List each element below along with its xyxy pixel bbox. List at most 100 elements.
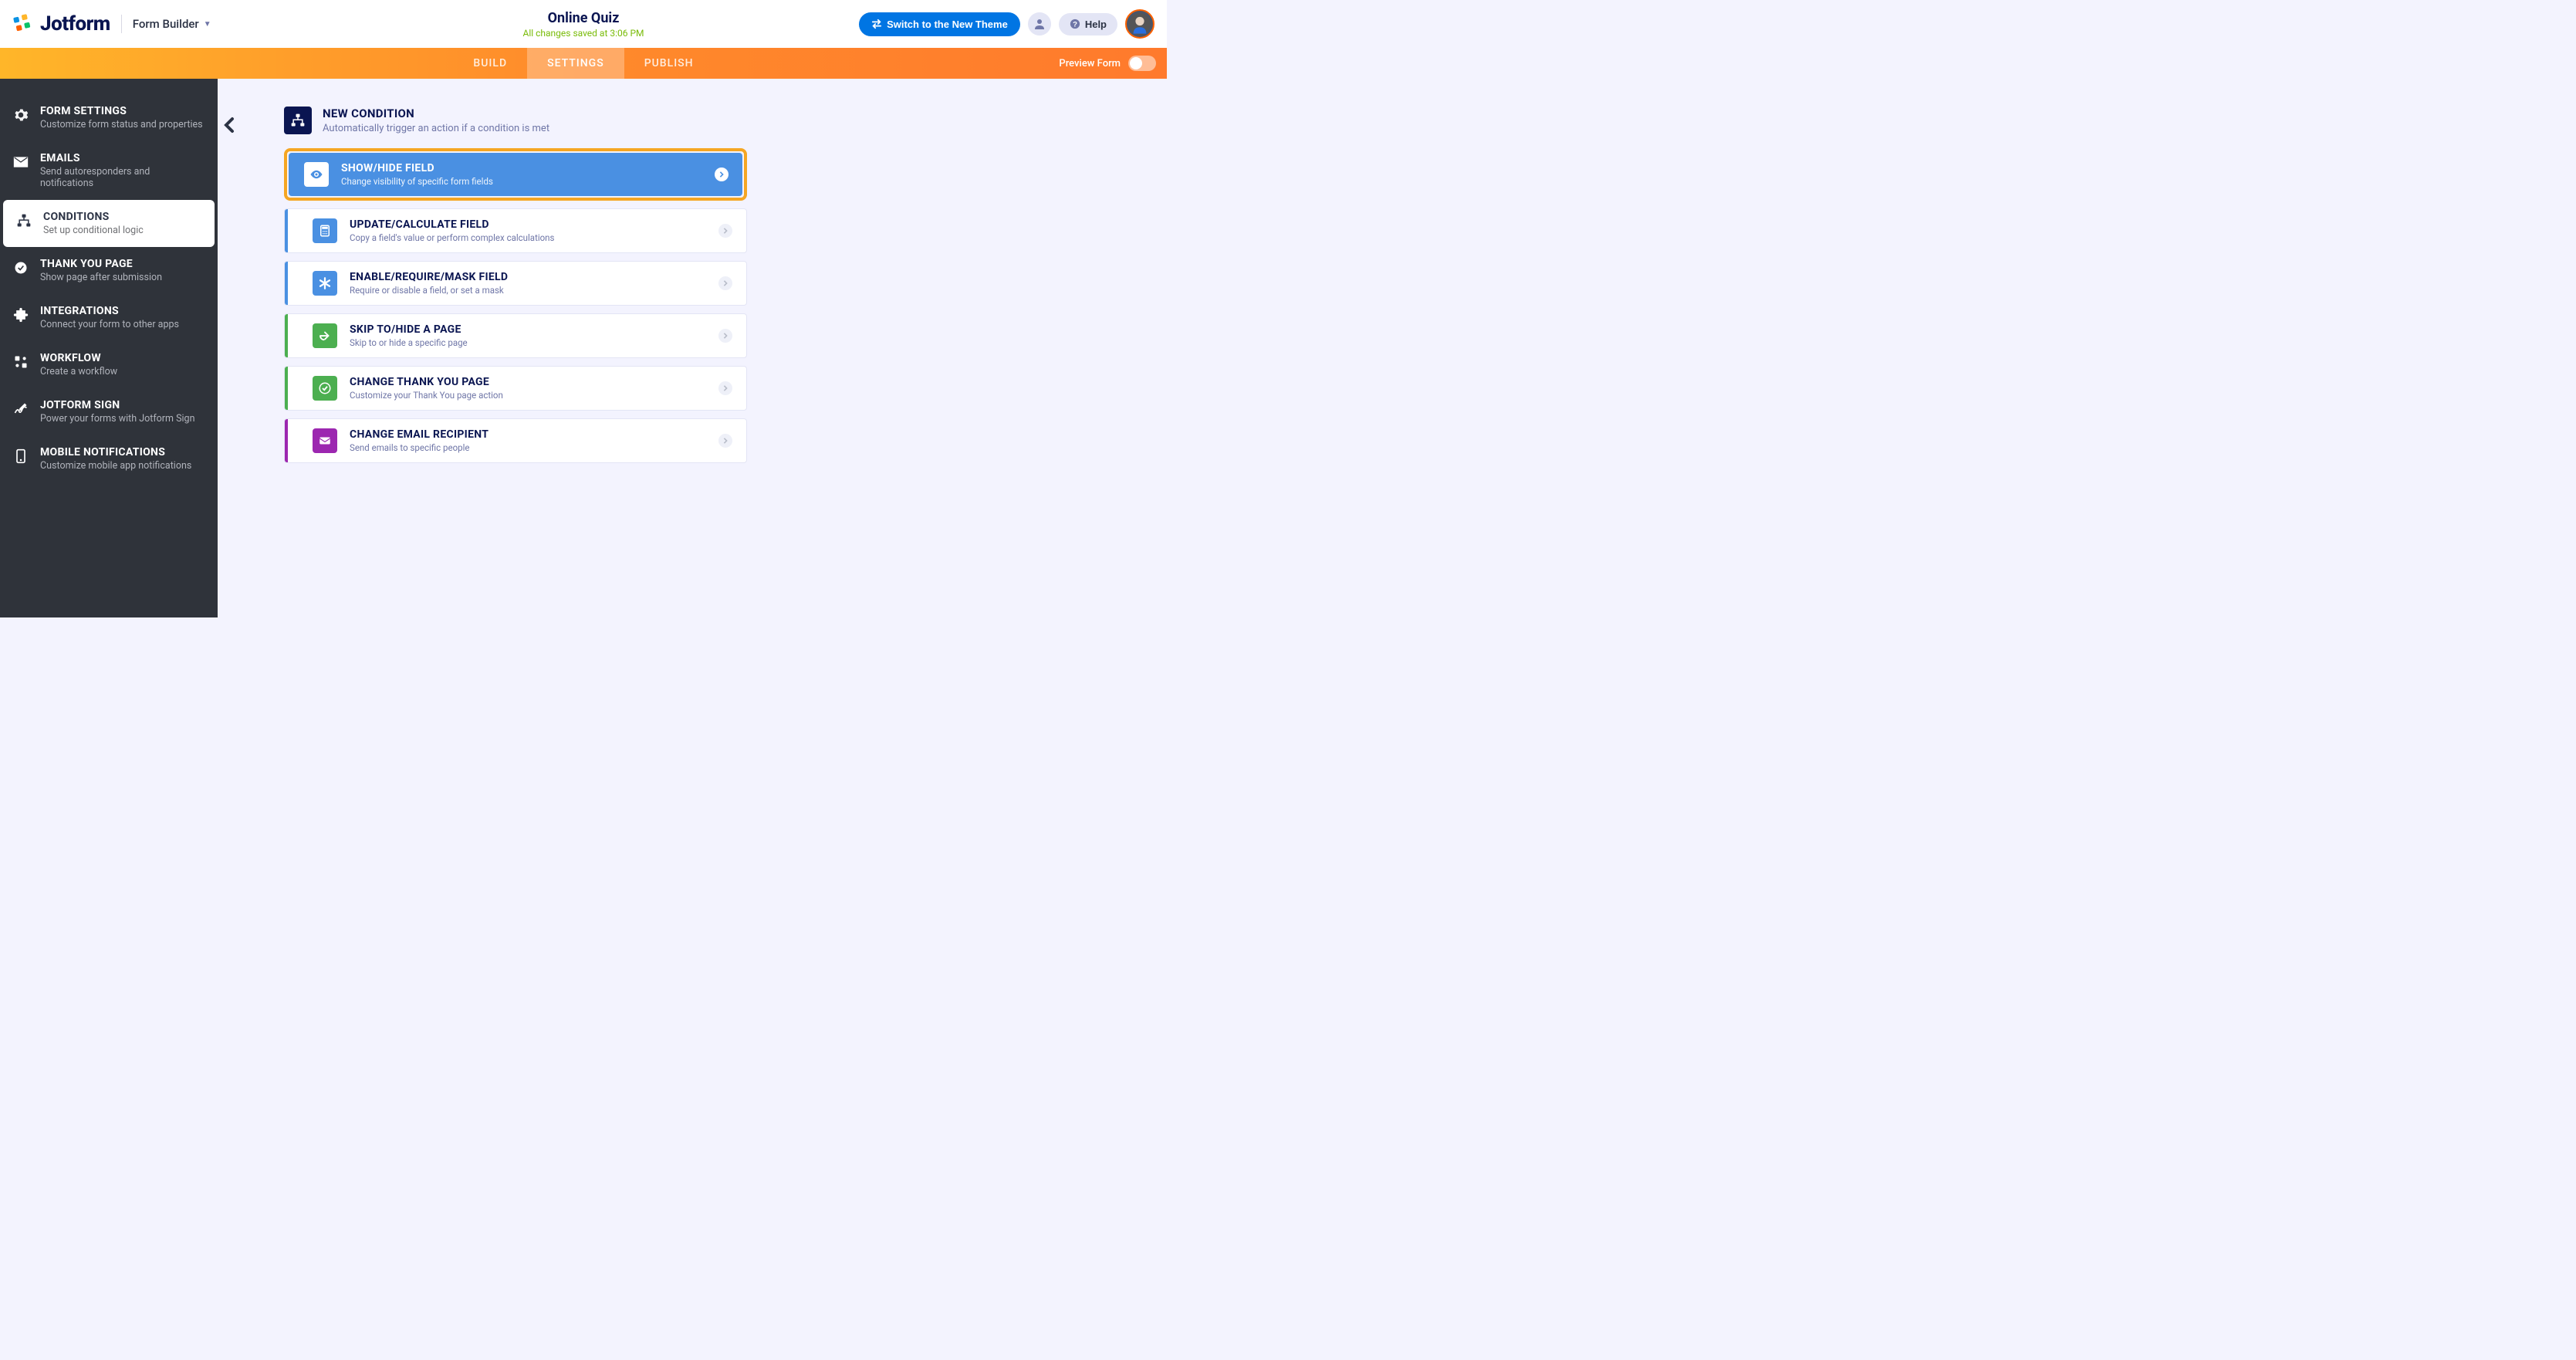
check-circle-icon	[12, 259, 29, 276]
help-label: Help	[1085, 19, 1107, 30]
card-sub: Change visibility of specific form field…	[341, 176, 702, 187]
chevron-right-icon	[718, 329, 732, 343]
preview-form-toggle[interactable]	[1128, 56, 1156, 71]
logo-text: Jotform	[40, 12, 110, 36]
switch-theme-button[interactable]: Switch to the New Theme	[859, 12, 1020, 36]
condition-list: SHOW/HIDE FIELD Change visibility of spe…	[284, 148, 747, 463]
main: NEW CONDITION Automatically trigger an a…	[218, 79, 1167, 617]
sidebar-item-title: INTEGRATIONS	[40, 305, 205, 317]
card-title: SKIP TO/HIDE A PAGE	[350, 323, 706, 336]
card-title: UPDATE/CALCULATE FIELD	[350, 218, 706, 231]
form-title[interactable]: Online Quiz	[522, 10, 644, 26]
tabbar: BUILD SETTINGS PUBLISH Preview Form	[0, 48, 1167, 79]
save-status: All changes saved at 3:06 PM	[522, 28, 644, 39]
toggle-knob	[1130, 57, 1142, 69]
card-sub: Require or disable a field, or set a mas…	[350, 285, 706, 296]
help-button[interactable]: ? Help	[1059, 13, 1117, 36]
accent-bar	[285, 419, 288, 462]
highlight-wrap: SHOW/HIDE FIELD Change visibility of spe…	[284, 148, 747, 201]
card-sub: Customize your Thank You page action	[350, 390, 706, 401]
avatar[interactable]	[1125, 9, 1154, 39]
svg-text:?: ?	[1073, 21, 1077, 29]
condition-change-thankyou[interactable]: CHANGE THANK YOU PAGE Customize your Tha…	[284, 366, 747, 411]
skip-icon	[313, 323, 337, 348]
user-icon	[1033, 18, 1046, 30]
panel-header: NEW CONDITION Automatically trigger an a…	[284, 107, 1144, 134]
sidebar-item-title: FORM SETTINGS	[40, 105, 205, 117]
sidebar-item-title: WORKFLOW	[40, 352, 205, 364]
conditions-icon	[15, 212, 32, 229]
switch-theme-label: Switch to the New Theme	[887, 19, 1008, 30]
header-right: Switch to the New Theme ? Help	[859, 9, 1154, 39]
envelope-icon	[313, 428, 337, 453]
sidebar-item-title: EMAILS	[40, 152, 205, 164]
sidebar-item-workflow[interactable]: WORKFLOW Create a workflow	[0, 341, 218, 388]
card-title: ENABLE/REQUIRE/MASK FIELD	[350, 271, 706, 283]
sidebar-item-title: MOBILE NOTIFICATIONS	[40, 446, 205, 458]
logo-icon	[12, 13, 34, 35]
tab-settings[interactable]: SETTINGS	[527, 48, 624, 79]
tab-publish[interactable]: PUBLISH	[624, 48, 714, 79]
panel-sub: Automatically trigger an action if a con…	[323, 123, 549, 134]
sidebar-item-integrations[interactable]: INTEGRATIONS Connect your form to other …	[0, 294, 218, 341]
sidebar: FORM SETTINGS Customize form status and …	[0, 79, 218, 617]
sidebar-item-sub: Customize mobile app notifications	[40, 460, 205, 472]
back-button[interactable]	[221, 116, 242, 137]
sidebar-item-mobile-notifications[interactable]: MOBILE NOTIFICATIONS Customize mobile ap…	[0, 435, 218, 482]
sidebar-item-sub: Create a workflow	[40, 366, 205, 377]
sidebar-item-title: JOTFORM SIGN	[40, 399, 205, 411]
sidebar-item-jotform-sign[interactable]: JOTFORM SIGN Power your forms with Jotfo…	[0, 388, 218, 435]
card-title: SHOW/HIDE FIELD	[341, 162, 702, 174]
help-icon: ?	[1070, 19, 1080, 29]
sidebar-item-title: THANK YOU PAGE	[40, 258, 205, 270]
accent-bar	[285, 209, 288, 252]
card-sub: Skip to or hide a specific page	[350, 337, 706, 348]
tab-build[interactable]: BUILD	[453, 48, 527, 79]
sidebar-item-title: CONDITIONS	[43, 211, 202, 223]
card-title: CHANGE EMAIL RECIPIENT	[350, 428, 706, 441]
sidebar-item-emails[interactable]: EMAILS Send autoresponders and notificat…	[0, 141, 218, 200]
condition-update-calculate[interactable]: UPDATE/CALCULATE FIELD Copy a field's va…	[284, 208, 747, 253]
calculator-icon	[313, 218, 337, 243]
accent-bar	[285, 262, 288, 305]
divider	[121, 15, 122, 33]
tabs: BUILD SETTINGS PUBLISH	[453, 48, 713, 79]
condition-show-hide[interactable]: SHOW/HIDE FIELD Change visibility of spe…	[289, 153, 742, 196]
mobile-icon	[12, 448, 29, 465]
chevron-right-icon	[718, 224, 732, 238]
condition-enable-require-mask[interactable]: ENABLE/REQUIRE/MASK FIELD Require or dis…	[284, 261, 747, 306]
check-icon	[313, 376, 337, 401]
form-builder-dropdown[interactable]: Form Builder ▼	[133, 17, 211, 31]
conditions-panel-icon	[284, 107, 312, 134]
sidebar-item-form-settings[interactable]: FORM SETTINGS Customize form status and …	[0, 94, 218, 141]
chevron-right-icon	[715, 167, 729, 181]
card-title: CHANGE THANK YOU PAGE	[350, 376, 706, 388]
condition-change-email[interactable]: CHANGE EMAIL RECIPIENT Send emails to sp…	[284, 418, 747, 463]
accent-bar	[285, 314, 288, 357]
asterisk-icon	[313, 271, 337, 296]
sidebar-item-conditions[interactable]: CONDITIONS Set up conditional logic	[3, 200, 215, 247]
chevron-right-icon	[718, 381, 732, 395]
chevron-right-icon	[718, 434, 732, 448]
switch-icon	[871, 19, 882, 29]
chevron-left-icon	[221, 116, 239, 134]
mail-icon	[12, 154, 29, 171]
logo[interactable]: Jotform	[12, 12, 110, 36]
workflow-icon	[12, 354, 29, 370]
accent-bar	[285, 367, 288, 410]
preview-form-label: Preview Form	[1059, 58, 1121, 69]
form-builder-label: Form Builder	[133, 17, 199, 31]
sidebar-item-sub: Set up conditional logic	[43, 225, 202, 236]
card-sub: Send emails to specific people	[350, 442, 706, 453]
user-icon-button[interactable]	[1028, 12, 1051, 36]
condition-skip-hide-page[interactable]: SKIP TO/HIDE A PAGE Skip to or hide a sp…	[284, 313, 747, 358]
sidebar-item-sub: Customize form status and properties	[40, 119, 205, 130]
header: Jotform Form Builder ▼ Online Quiz All c…	[0, 0, 1167, 48]
sidebar-item-sub: Power your forms with Jotform Sign	[40, 413, 205, 425]
card-sub: Copy a field's value or perform complex …	[350, 232, 706, 243]
gear-icon	[12, 107, 29, 123]
eye-icon	[304, 162, 329, 187]
chevron-right-icon	[718, 276, 732, 290]
chevron-down-icon: ▼	[204, 20, 211, 29]
sidebar-item-thank-you[interactable]: THANK YOU PAGE Show page after submissio…	[0, 247, 218, 294]
